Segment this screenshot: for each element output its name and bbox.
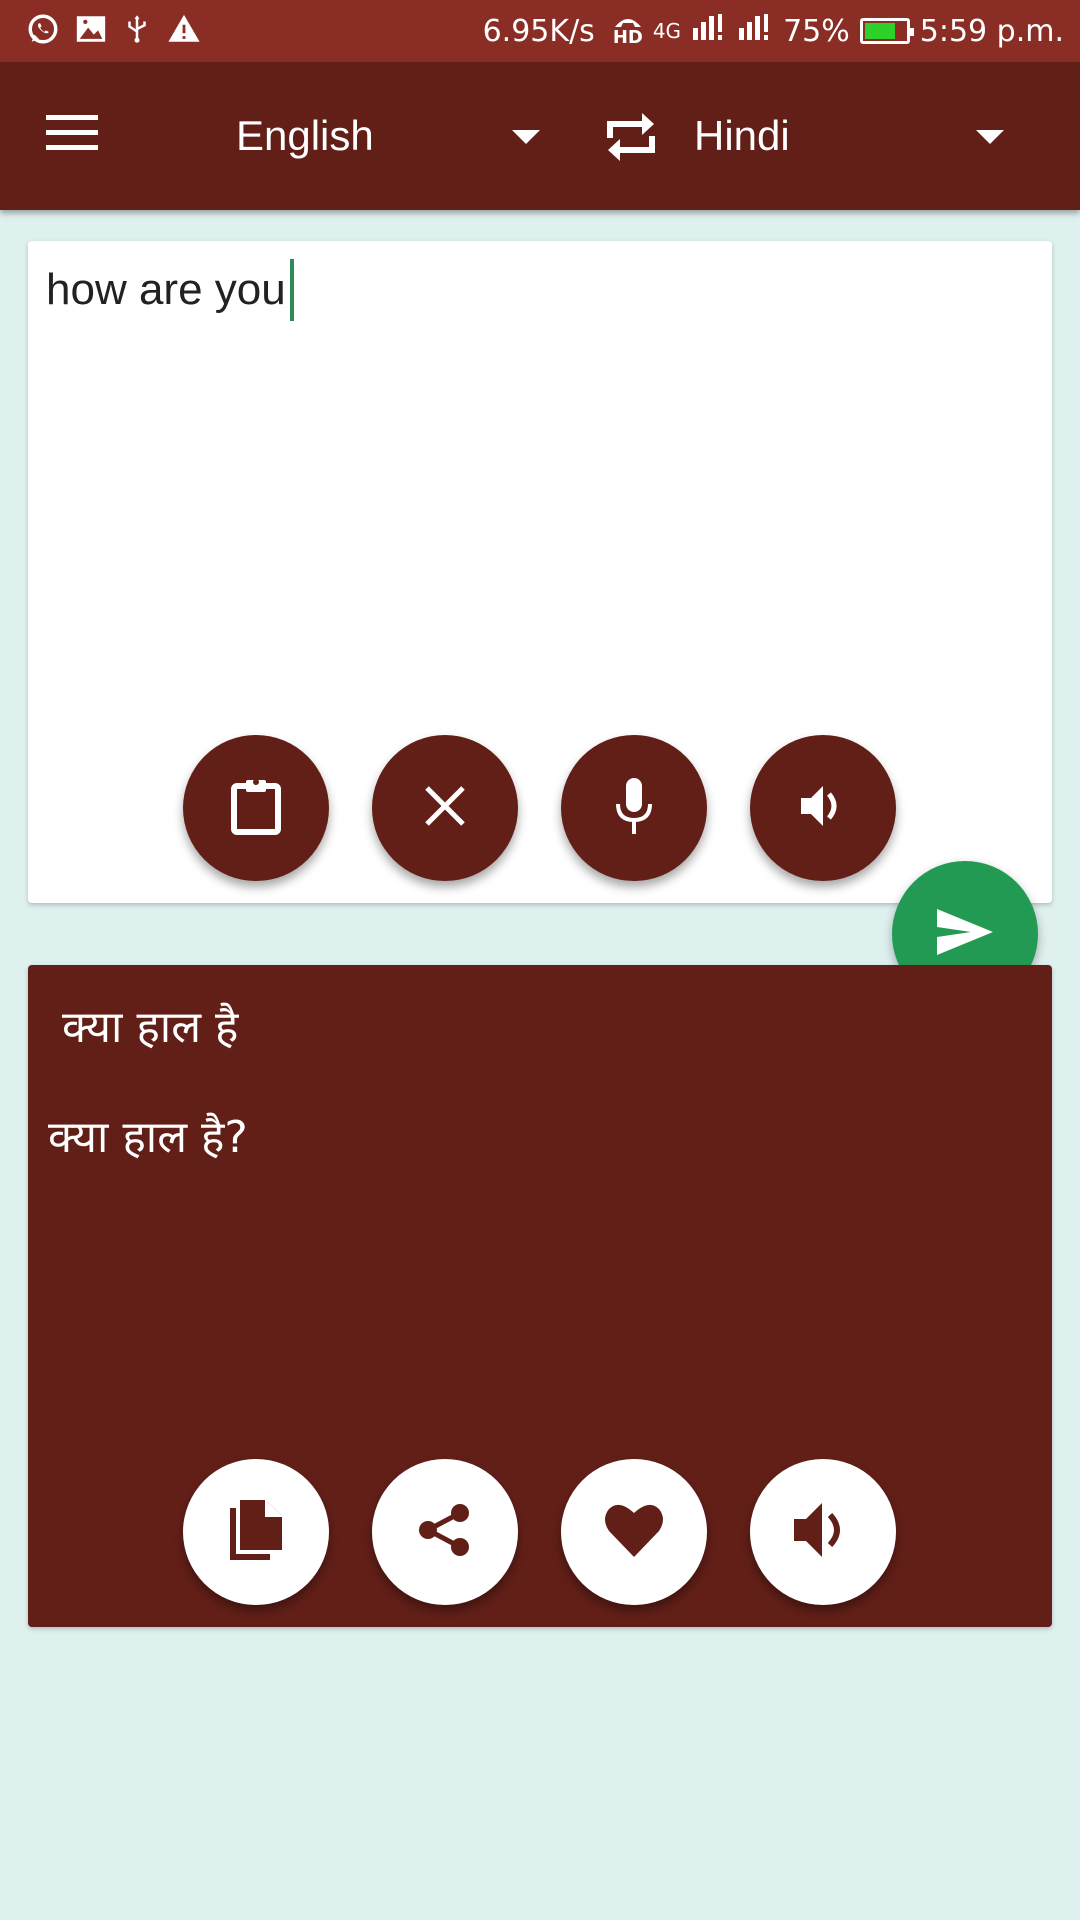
whatsapp-icon <box>26 12 60 50</box>
chevron-down-icon <box>976 130 1004 144</box>
favorite-button[interactable] <box>561 1459 707 1605</box>
clock: 5:59 p.m. <box>919 13 1064 49</box>
target-language-label: Hindi <box>694 112 790 159</box>
microphone-icon <box>612 776 656 841</box>
input-card: how are you <box>28 241 1052 903</box>
app-bar: English Hindi <box>0 62 1080 210</box>
status-bar: 6.95K/s HD 4G 75% 5:59 p.m. <box>0 0 1080 62</box>
clear-button[interactable] <box>372 735 518 881</box>
share-button[interactable] <box>372 1459 518 1605</box>
transliteration-text: क्या हाल है <box>62 1002 239 1053</box>
hd-voice-icon: HD <box>613 15 643 47</box>
chevron-down-icon <box>512 130 540 144</box>
speaker-icon <box>797 780 849 837</box>
close-icon <box>423 784 467 833</box>
clipboard-icon <box>228 776 284 841</box>
input-actions <box>183 735 896 881</box>
warning-icon <box>166 12 202 50</box>
source-text: how are you <box>46 265 286 314</box>
heart-icon <box>603 1501 665 1564</box>
copy-button[interactable] <box>183 1459 329 1605</box>
battery-level <box>864 23 895 39</box>
battery-icon <box>859 18 914 44</box>
hamburger-menu-icon[interactable] <box>46 115 98 155</box>
network-speed: 6.95K/s <box>482 13 595 49</box>
usb-icon <box>122 12 152 50</box>
battery-percent: 75% <box>783 13 850 49</box>
translated-text: क्या हाल है? <box>48 1112 248 1163</box>
source-language-dropdown[interactable]: English <box>236 106 546 166</box>
copy-icon <box>226 1498 286 1567</box>
speak-input-button[interactable] <box>750 735 896 881</box>
signal-sim1-icon <box>691 12 727 50</box>
voice-input-button[interactable] <box>561 735 707 881</box>
source-text-input[interactable]: how are you <box>46 259 294 321</box>
signal-sim2-icon <box>737 12 773 50</box>
swap-languages-icon[interactable] <box>604 110 658 164</box>
notification-icons <box>26 12 202 50</box>
share-icon <box>416 1501 474 1564</box>
send-icon <box>935 907 995 962</box>
paste-button[interactable] <box>183 735 329 881</box>
output-actions <box>183 1459 896 1605</box>
target-language-dropdown[interactable]: Hindi <box>694 106 1014 166</box>
text-cursor <box>289 259 294 321</box>
image-icon <box>74 12 108 50</box>
output-card: क्या हाल है क्या हाल है? <box>28 965 1052 1627</box>
network-type: 4G <box>652 19 682 43</box>
speaker-icon <box>790 1497 856 1568</box>
speak-output-button[interactable] <box>750 1459 896 1605</box>
source-language-label: English <box>236 112 374 159</box>
system-status: 6.95K/s HD 4G 75% 5:59 p.m. <box>483 0 1064 62</box>
